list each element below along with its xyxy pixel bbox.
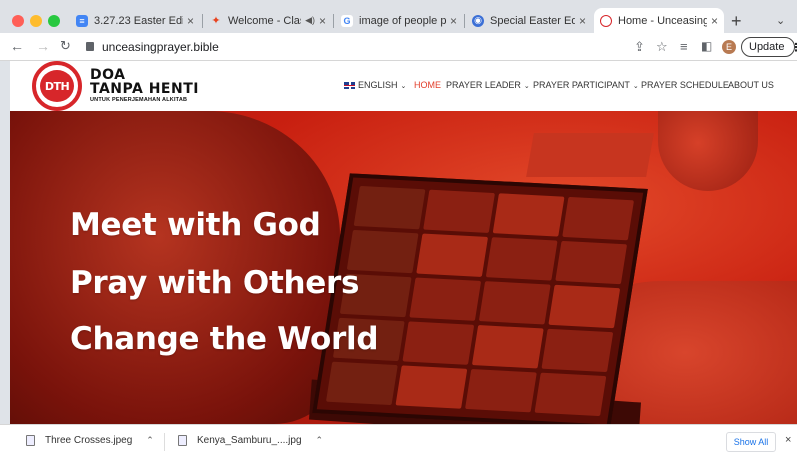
tab-close-icon[interactable]: ×: [187, 14, 194, 28]
download-item[interactable]: Three Crosses.jpeg ⌃: [26, 435, 154, 446]
chevron-down-icon: ⌄: [523, 83, 530, 90]
tab-title: Special Easter Edition P: [490, 14, 575, 27]
logo-mark: DTH: [40, 70, 74, 102]
show-all-downloads-button[interactable]: Show All: [726, 432, 776, 452]
lock-icon: [86, 42, 94, 51]
tab-special-easter-edition[interactable]: ◉ Special Easter Edition P ×: [466, 8, 592, 33]
google-icon: G: [341, 14, 353, 27]
video-tile: [471, 325, 544, 369]
hero-headline-3: Change the World: [70, 321, 379, 357]
reading-list-icon[interactable]: ≡: [680, 39, 688, 54]
profile-avatar[interactable]: E: [722, 40, 736, 54]
tab-google-search[interactable]: G image of people praying ×: [335, 8, 463, 33]
back-arrow-icon[interactable]: ←: [10, 38, 24, 54]
bookmark-star-icon[interactable]: ☆: [656, 39, 668, 55]
nav-prayer-leader[interactable]: PRAYER LEADER ⌄: [446, 80, 530, 90]
site-logo[interactable]: DTH: [32, 61, 82, 111]
nav-home[interactable]: HOME: [414, 80, 441, 90]
tab-title: 3.27.23 Easter Edition P: [94, 14, 183, 27]
video-tile: [325, 361, 398, 406]
browser-toolbar: ← → ↻ unceasingprayer.bible ⇪ ☆ ≡ ◧ E Up…: [0, 33, 797, 61]
video-tile: [402, 321, 475, 365]
chevron-up-icon[interactable]: ⌃: [146, 435, 154, 446]
video-tile: [485, 237, 558, 281]
nav-language-label: ENGLISH: [358, 80, 398, 90]
hero-video-call-image: [312, 173, 648, 424]
download-divider: [164, 433, 165, 451]
logo-subtitle: UNTUK PENERJEMAHAN ALKITAB: [90, 97, 188, 103]
video-tile: [562, 196, 635, 241]
chevron-up-icon[interactable]: ⌃: [316, 435, 324, 446]
video-tile: [353, 185, 426, 230]
tab-classical[interactable]: ✦ Welcome - Classica ◀) ×: [204, 8, 332, 33]
video-tile: [395, 365, 468, 409]
tab-home-unceasing-prayer[interactable]: Home - Unceasing Pray ×: [594, 8, 724, 33]
docs-icon: ≡: [76, 14, 88, 27]
tab-divider: [333, 14, 334, 28]
nav-about-us[interactable]: ABOUT US: [728, 80, 774, 90]
video-tile: [541, 328, 614, 373]
hero-banner: Meet with God Pray with Others Change th…: [10, 111, 797, 424]
image-file-icon: [178, 435, 187, 446]
nav-prayer-participant-label: PRAYER PARTICIPANT: [533, 80, 630, 90]
nav-prayer-schedule[interactable]: PRAYER SCHEDULE: [641, 80, 729, 90]
tab-search-button[interactable]: ⌄: [776, 14, 785, 27]
tab-divider: [202, 14, 203, 28]
hero-headline-2: Pray with Others: [70, 265, 360, 301]
tab-close-icon[interactable]: ×: [319, 14, 326, 28]
nav-language[interactable]: ENGLISH ⌄: [344, 80, 406, 90]
address-bar[interactable]: unceasingprayer.bible: [102, 40, 219, 54]
video-tile: [416, 233, 489, 277]
site-icon: [600, 14, 612, 27]
window-close-button[interactable]: [12, 15, 24, 27]
tab-title: Home - Unceasing Pray: [618, 14, 707, 27]
hero-books-image: [526, 133, 654, 177]
close-downloads-icon[interactable]: ×: [785, 434, 791, 446]
video-tile: [534, 372, 607, 417]
download-filename: Three Crosses.jpeg: [45, 435, 133, 446]
video-tile: [464, 369, 537, 413]
video-call-grid: [325, 185, 635, 417]
window-zoom-button[interactable]: [48, 15, 60, 27]
video-tile: [555, 240, 628, 285]
forward-arrow-icon[interactable]: →: [36, 38, 50, 54]
update-button[interactable]: Update ⋮: [741, 37, 797, 57]
music-icon: ✦: [211, 15, 221, 27]
hero-headline-1: Meet with God: [70, 207, 321, 243]
tab-close-icon[interactable]: ×: [579, 14, 586, 28]
more-menu-icon[interactable]: ⋮: [790, 41, 797, 54]
side-panel-icon[interactable]: ◧: [701, 39, 712, 53]
tab-title: image of people praying: [359, 14, 446, 27]
video-tile: [548, 284, 621, 329]
video-tile: [478, 281, 551, 325]
site-header: DTH DOA TANPA HENTI UNTUK PENERJEMAHAN A…: [10, 61, 797, 111]
video-tile: [423, 189, 496, 233]
chevron-down-icon: ⌄: [400, 83, 407, 90]
new-tab-button[interactable]: +: [731, 11, 742, 32]
nav-prayer-participant[interactable]: PRAYER PARTICIPANT ⌄: [533, 80, 639, 90]
nav-prayer-leader-label: PRAYER LEADER: [446, 80, 521, 90]
update-label: Update: [749, 41, 785, 53]
window-minimize-button[interactable]: [30, 15, 42, 27]
hero-plant-pot-image: [658, 111, 758, 191]
share-icon[interactable]: ⇪: [634, 39, 645, 55]
video-tile: [492, 193, 565, 237]
tab-close-icon[interactable]: ×: [711, 14, 718, 28]
download-item[interactable]: Kenya_Samburu_....jpg ⌃: [178, 435, 323, 446]
chrome-icon: ◉: [472, 14, 484, 27]
uk-flag-icon: [344, 82, 355, 89]
reload-icon[interactable]: ↻: [60, 38, 71, 54]
tab-strip: ≡ 3.27.23 Easter Edition P × ✦ Welcome -…: [0, 0, 797, 33]
downloads-bar: Three Crosses.jpeg ⌃ Kenya_Samburu_....j…: [0, 424, 797, 457]
tab-close-icon[interactable]: ×: [450, 14, 457, 28]
download-filename: Kenya_Samburu_....jpg: [197, 435, 302, 446]
image-file-icon: [26, 435, 35, 446]
chevron-down-icon: ⌄: [632, 83, 639, 90]
logo-title-line2: TANPA HENTI: [90, 81, 199, 97]
tab-title: Welcome - Classica: [228, 14, 301, 27]
video-tile: [409, 277, 482, 321]
speaker-icon[interactable]: ◀): [305, 15, 315, 26]
tab-easter-edition-doc[interactable]: ≡ 3.27.23 Easter Edition P ×: [70, 8, 200, 33]
tab-divider: [464, 14, 465, 28]
